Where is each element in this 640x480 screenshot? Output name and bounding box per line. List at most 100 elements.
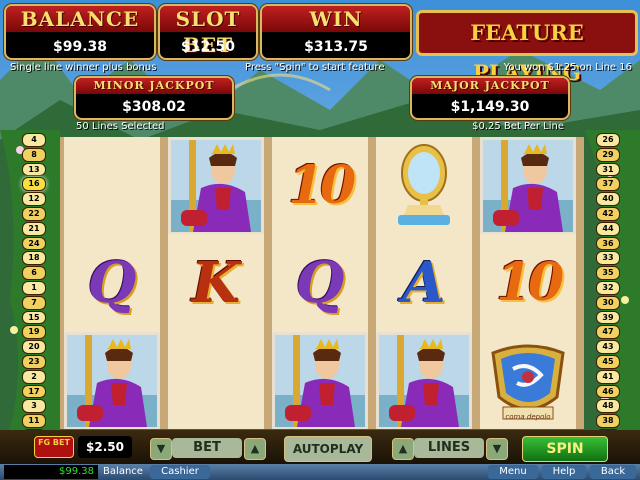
prince-symbol-icon xyxy=(64,332,160,429)
minor-jackpot-value: $308.02 xyxy=(122,99,186,115)
payline-badge-left: 21 xyxy=(22,221,46,236)
reel: A xyxy=(376,137,472,429)
lines-down-button[interactable]: ▲ xyxy=(392,438,414,460)
message-left: Single line winner plus bonus xyxy=(10,62,157,73)
payline-badge-left: 19 xyxy=(22,325,46,340)
down-arrow-icon: ▼ xyxy=(492,442,502,455)
cashier-button[interactable]: Cashier xyxy=(150,465,210,479)
payline-badge-left: 15 xyxy=(22,310,46,325)
feature-playing-banner: FEATURE PLAYING xyxy=(416,10,638,85)
payline-badge-right: 42 xyxy=(596,206,620,221)
payline-badge-right: 26 xyxy=(596,133,620,147)
payline-badge-left: 22 xyxy=(22,206,46,221)
fg-bet-label: FG BET xyxy=(38,438,70,447)
payline-badge-right: 45 xyxy=(596,354,620,369)
balance-meter: BALANCE $99.38 xyxy=(4,4,156,60)
reel-area: Q K 10 Q A 10 coma depolo xyxy=(60,137,584,429)
bet-down-button[interactable]: ▼ xyxy=(150,438,172,460)
payline-badge-right: 30 xyxy=(596,295,620,310)
back-button[interactable]: Back xyxy=(590,465,636,479)
card-symbol: K xyxy=(168,235,264,332)
major-jackpot-meter: MAJOR JACKPOT $1,149.30 xyxy=(410,76,570,120)
card-symbol-text: Q xyxy=(295,250,345,316)
payline-badges-left: 48131612222124186171519202321731195 xyxy=(22,133,46,459)
card-symbol-text: K xyxy=(191,250,241,316)
card-symbol: A xyxy=(376,235,472,332)
payline-badge-left: 6 xyxy=(22,266,46,280)
slot-bet-meter: SLOT BET $12.50 xyxy=(158,4,258,60)
card-symbol-text: Q xyxy=(87,250,137,316)
reel: K xyxy=(168,137,264,429)
mirror-brush-symbol-icon xyxy=(376,137,472,234)
up-arrow-icon: ▲ xyxy=(250,442,260,455)
win-title: WIN xyxy=(262,6,410,32)
bet-up-button[interactable]: ▲ xyxy=(244,438,266,460)
card-symbol: Q xyxy=(64,235,160,332)
minor-jackpot-meter: MINOR JACKPOT $308.02 xyxy=(74,76,234,120)
menu-button[interactable]: Menu xyxy=(488,465,538,479)
lines-selected: 50 Lines Selected xyxy=(76,121,165,132)
shield-scatter-symbol-icon: coma depolo xyxy=(480,332,576,429)
reel: 10 coma depolo xyxy=(480,137,576,429)
payline-badge-right: 39 xyxy=(596,310,620,325)
prince-symbol-icon xyxy=(168,137,264,234)
payline-badge-left: 7 xyxy=(22,295,46,310)
card-symbol: 10 xyxy=(480,235,576,332)
card-symbol-text: 10 xyxy=(287,154,356,216)
payline-badge-right: 31 xyxy=(596,162,620,177)
bet-per-line: $0.25 Bet Per Line xyxy=(472,121,564,132)
payline-badge-right: 35 xyxy=(596,266,620,280)
up-arrow-icon: ▲ xyxy=(398,442,408,455)
prince-symbol-icon xyxy=(376,332,472,429)
payline-badge-left: 3 xyxy=(22,399,46,414)
card-symbol-text: 10 xyxy=(495,252,564,313)
major-jackpot-title: MAJOR JACKPOT xyxy=(412,78,568,94)
payline-badge-right: 33 xyxy=(596,251,620,266)
major-jackpot-value: $1,149.30 xyxy=(450,99,530,115)
payline-badge-right: 44 xyxy=(596,221,620,236)
spin-button[interactable]: SPIN xyxy=(522,436,608,462)
casino-taskbar: $99.38 Balance Cashier Menu Help Back xyxy=(0,464,640,480)
slot-bet-value: $12.50 xyxy=(180,39,236,55)
bet-button[interactable]: BET xyxy=(172,438,242,458)
scatter-label: coma depolo xyxy=(505,413,551,421)
payline-badge-right: 46 xyxy=(596,384,620,399)
payline-badge-right: 29 xyxy=(596,147,620,162)
help-button[interactable]: Help xyxy=(542,465,586,479)
payline-badge-left: 16 xyxy=(22,177,46,192)
payline-badge-right: 48 xyxy=(596,399,620,414)
card-symbol: 10 xyxy=(272,137,368,234)
balance-title: BALANCE xyxy=(6,6,154,32)
payline-badge-right: 43 xyxy=(596,340,620,354)
payline-badge-left: 12 xyxy=(22,192,46,206)
payline-badge-left: 20 xyxy=(22,340,46,354)
payline-badge-right: 38 xyxy=(596,414,620,428)
empty-cell xyxy=(168,332,264,429)
minor-jackpot-title: MINOR JACKPOT xyxy=(76,78,232,94)
slot-bet-title: SLOT BET xyxy=(160,6,256,57)
reel: 10 Q xyxy=(272,137,368,429)
reel: Q xyxy=(64,137,160,429)
autoplay-button[interactable]: AUTOPLAY xyxy=(284,436,372,462)
payline-badge-right: 37 xyxy=(596,177,620,192)
payline-badge-left: 8 xyxy=(22,147,46,162)
payline-badge-left: 18 xyxy=(22,251,46,266)
payline-badge-left: 23 xyxy=(22,354,46,369)
prince-symbol-icon xyxy=(272,332,368,429)
payline-badge-right: 47 xyxy=(596,325,620,340)
payline-badge-left: 24 xyxy=(22,236,46,251)
empty-cell xyxy=(64,137,160,234)
message-center: Press "Spin" to start feature xyxy=(245,62,385,73)
taskbar-balance-value: $99.38 xyxy=(4,465,98,479)
balance-value: $99.38 xyxy=(52,39,108,55)
fg-bet-value: $2.50 xyxy=(78,436,132,458)
lines-button[interactable]: LINES xyxy=(414,438,484,458)
payline-badge-left: 4 xyxy=(22,133,46,147)
payline-badge-right: 40 xyxy=(596,192,620,206)
payline-badge-left: 2 xyxy=(22,369,46,384)
lines-up-button[interactable]: ▼ xyxy=(486,438,508,460)
payline-badge-right: 36 xyxy=(596,236,620,251)
payline-badge-left: 11 xyxy=(22,414,46,428)
win-value: $313.75 xyxy=(304,39,368,55)
taskbar-balance-label: Balance xyxy=(103,466,143,477)
